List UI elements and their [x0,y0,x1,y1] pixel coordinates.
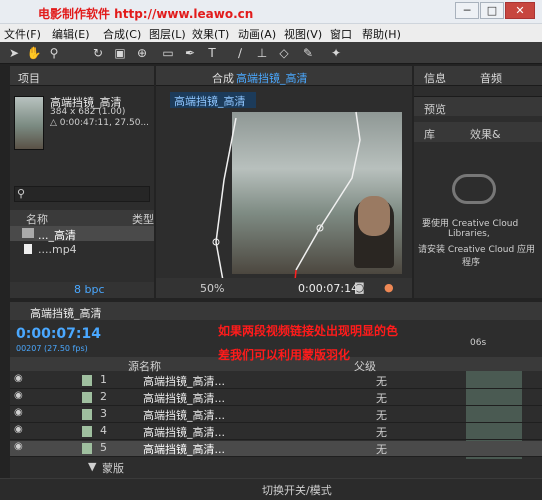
col-parent[interactable]: 父级 [354,358,376,374]
label-chip[interactable] [82,409,92,420]
timeline-frames: 00207 (27.50 fps) [16,344,88,353]
library-header: 库 效果& [414,122,542,142]
eye-icon[interactable]: ◉ [14,373,23,384]
parent-value[interactable]: 无 [376,373,387,389]
eye-icon[interactable]: ◉ [14,390,23,401]
layer-num: 3 [100,407,107,420]
parent-value[interactable]: 无 [376,424,387,440]
label-chip[interactable] [82,392,92,403]
layer-num: 1 [100,373,107,386]
layer-name[interactable]: 高端挡镜_高清... [143,407,225,423]
info-tab[interactable]: 信息 [424,70,446,86]
label-chip[interactable] [82,426,92,437]
eye-icon[interactable]: ◉ [14,407,23,418]
info-panel-header: 信息 音频 [414,66,542,86]
layer-row[interactable]: ◉ 4 高端挡镜_高清... 无 [10,424,542,440]
mask-label[interactable]: 蒙版 [102,460,124,476]
label-chip[interactable] [82,443,92,454]
annotation-line-1: 如果两段视频链接处出现明显的色 [218,324,399,338]
layer-row[interactable]: ◉ 3 高端挡镜_高清... 无 [10,407,542,423]
eye-icon[interactable]: ◉ [14,441,23,452]
col-source-name[interactable]: 源名称 [128,358,161,374]
label-chip[interactable] [82,375,92,386]
layer-num: 4 [100,424,107,437]
cc-message-2: Libraries, [448,229,490,239]
snapshot-icon[interactable]: ◙ [354,281,365,294]
preview-tab[interactable]: 预览 [424,101,446,117]
comp-timecode[interactable]: 0:00:07:14 [298,282,358,295]
library-tab[interactable]: 库 [424,126,435,142]
layer-row[interactable]: ◉ 2 高端挡镜_高清... 无 [10,390,542,406]
layer-name[interactable]: 高端挡镜_高清... [143,441,225,457]
audio-tab[interactable]: 音频 [480,70,502,86]
layer-row[interactable]: ◉ 1 高端挡镜_高清... 无 [10,373,542,389]
comp-footer [156,278,412,298]
layer-num: 2 [100,390,107,403]
timeline-tab[interactable]: 高端挡镜_高清 [30,305,102,321]
zoom-value[interactable]: 50% [200,282,224,295]
mask-twirl-icon[interactable]: ▼ [88,460,96,473]
color-icon[interactable]: ● [384,281,394,294]
switches-modes-toggle[interactable]: 切换开关/模式 [262,482,332,498]
layer-num: 5 [100,441,107,454]
cc-message-3: 请安装 Creative Cloud 应用 [418,245,536,255]
layer-name[interactable]: 高端挡镜_高清... [143,424,225,440]
cc-message-4: 程序 [462,258,481,268]
annotation-line-2: 差我们可以利用蒙版羽化 [218,348,351,362]
layer-name[interactable]: 高端挡镜_高清... [143,373,225,389]
layer-name[interactable]: 高端挡镜_高清... [143,390,225,406]
parent-value[interactable]: 无 [376,390,387,406]
creative-cloud-icon [452,174,496,204]
ruler-label: 06s [470,338,487,348]
layer-row-selected[interactable]: ◉ 5 高端挡镜_高清... 无 [10,441,542,457]
eye-icon[interactable]: ◉ [14,424,23,435]
effects-tab[interactable]: 效果& [470,126,501,142]
parent-value[interactable]: 无 [376,441,387,457]
cc-message-1: 要使用 Creative Cloud [422,219,519,229]
timeline-timecode[interactable]: 0:00:07:14 [16,326,101,342]
preview-header: 预览 [414,96,542,116]
parent-value[interactable]: 无 [376,407,387,423]
